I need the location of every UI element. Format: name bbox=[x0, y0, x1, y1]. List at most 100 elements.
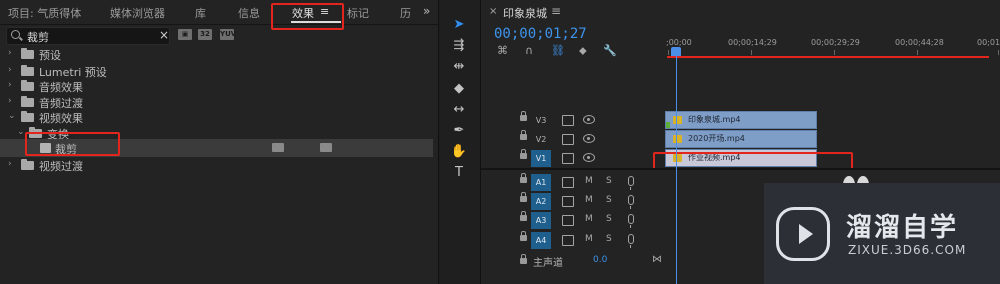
chevron-down-icon[interactable]: ⌄ bbox=[8, 111, 16, 121]
mute-button[interactable]: M bbox=[585, 195, 593, 205]
search-input[interactable]: 裁剪 × bbox=[6, 27, 170, 45]
lock-icon[interactable] bbox=[520, 192, 527, 202]
lock-icon[interactable] bbox=[520, 149, 527, 159]
lock-icon[interactable] bbox=[520, 211, 527, 221]
sync-lock-icon[interactable] bbox=[562, 215, 574, 226]
tab-project[interactable]: 项目: 气质得体 bbox=[8, 5, 81, 21]
tab-info[interactable]: 信息 bbox=[238, 5, 260, 21]
panel-overflow-icon[interactable]: » bbox=[423, 4, 430, 18]
clear-search-icon[interactable]: × bbox=[159, 28, 169, 42]
lock-icon[interactable] bbox=[520, 254, 527, 264]
track-name[interactable]: V2 bbox=[531, 131, 551, 148]
clip-name: 印象泉城.mp4 bbox=[688, 115, 741, 124]
track-header: V3 bbox=[481, 111, 663, 130]
panel-tab-bar: 项目: 气质得体 媒体浏览器 库 信息 效果 ≡ 标记 历 » bbox=[0, 0, 438, 25]
nest-icon[interactable]: ⌘ bbox=[497, 44, 508, 57]
razor-tool-icon[interactable]: ◆ bbox=[450, 80, 468, 98]
sync-lock-icon[interactable] bbox=[562, 134, 574, 145]
settings-wrench-icon[interactable]: 🔧 bbox=[603, 44, 617, 57]
ruler-label: 00;01; bbox=[977, 38, 1000, 47]
solo-button[interactable]: S bbox=[606, 214, 612, 224]
mute-button[interactable]: M bbox=[585, 176, 593, 186]
tab-history[interactable]: 历 bbox=[400, 5, 411, 21]
mic-icon[interactable] bbox=[628, 195, 634, 209]
accelerated-effects-icon[interactable]: ▣ bbox=[178, 29, 192, 40]
search-value: 裁剪 bbox=[27, 31, 49, 44]
lock-icon[interactable] bbox=[520, 111, 527, 121]
eye-icon[interactable] bbox=[583, 134, 595, 143]
sync-lock-icon[interactable] bbox=[562, 196, 574, 207]
tab-media-browser[interactable]: 媒体浏览器 bbox=[110, 5, 165, 21]
eye-icon[interactable] bbox=[583, 115, 595, 124]
mute-button[interactable]: M bbox=[585, 214, 593, 224]
lock-icon[interactable] bbox=[520, 173, 527, 183]
chevron-right-icon[interactable]: › bbox=[8, 65, 12, 75]
tab-markers[interactable]: 标记 bbox=[347, 5, 369, 21]
track-name[interactable]: V1 bbox=[531, 150, 551, 167]
track-header: V1 bbox=[481, 149, 663, 168]
playhead-timecode[interactable]: 00;00;01;27 bbox=[494, 26, 587, 42]
solo-button[interactable]: S bbox=[606, 234, 612, 244]
master-navigate-icon[interactable]: ⋈ bbox=[652, 254, 662, 265]
sync-lock-icon[interactable] bbox=[562, 115, 574, 126]
type-tool-icon[interactable]: T bbox=[450, 164, 468, 182]
tree-item-label: 预设 bbox=[39, 49, 61, 62]
mic-icon[interactable] bbox=[628, 234, 634, 248]
mute-button[interactable]: M bbox=[585, 234, 593, 244]
sync-lock-icon[interactable] bbox=[562, 177, 574, 188]
sequence-tab[interactable]: 印象泉城 bbox=[503, 5, 547, 21]
sync-lock-icon[interactable] bbox=[562, 235, 574, 246]
32bit-effects-icon[interactable]: 32 bbox=[198, 29, 212, 40]
tab-libraries[interactable]: 库 bbox=[195, 5, 206, 21]
ruler-tick bbox=[998, 50, 999, 55]
chevron-right-icon[interactable]: › bbox=[8, 80, 12, 90]
clip[interactable]: 印象泉城.mp4 bbox=[665, 111, 817, 129]
time-ruler[interactable]: ;00;00 00;00;14;29 00;00;29;29 00;00;44;… bbox=[666, 36, 1000, 58]
ruler-tick bbox=[668, 50, 669, 55]
track-name[interactable]: A4 bbox=[531, 232, 551, 249]
sync-lock-icon[interactable] bbox=[562, 153, 574, 164]
track-name[interactable]: A3 bbox=[531, 212, 551, 229]
solo-button[interactable]: S bbox=[606, 176, 612, 186]
chevron-right-icon[interactable]: › bbox=[8, 48, 12, 58]
sequence-menu-icon[interactable]: ≡ bbox=[551, 4, 561, 18]
mic-icon[interactable] bbox=[628, 214, 634, 228]
add-marker-icon[interactable]: ⬥ bbox=[579, 44, 587, 58]
eye-icon[interactable] bbox=[583, 153, 595, 162]
track-name[interactable]: A2 bbox=[531, 193, 551, 210]
lock-icon[interactable] bbox=[520, 231, 527, 241]
slip-tool-icon[interactable]: ↔ bbox=[450, 101, 468, 119]
watermark-subtitle: ZIXUE.3D66.COM bbox=[848, 243, 967, 257]
clip-link-indicator bbox=[666, 122, 670, 128]
yuv-effects-icon[interactable]: YUV bbox=[220, 29, 236, 40]
tree-item-presets[interactable]: › 预设 bbox=[0, 45, 433, 63]
folder-icon bbox=[21, 48, 34, 59]
highlight-effects-tab bbox=[271, 3, 344, 30]
play-icon bbox=[799, 224, 813, 244]
tree-item-video-transitions[interactable]: › 视频过渡 bbox=[0, 156, 433, 174]
track-name[interactable]: V3 bbox=[531, 112, 551, 129]
master-volume-value[interactable]: 0.0 bbox=[593, 255, 607, 265]
track-header: V2 bbox=[481, 130, 663, 149]
chevron-right-icon[interactable]: › bbox=[8, 96, 12, 106]
ripple-edit-tool-icon[interactable]: ⇹ bbox=[450, 58, 468, 76]
pen-tool-icon[interactable]: ✒ bbox=[450, 122, 468, 140]
lock-icon[interactable] bbox=[520, 130, 527, 140]
snap-icon[interactable]: ∩ bbox=[525, 44, 533, 57]
chevron-down-icon[interactable]: ⌄ bbox=[17, 127, 25, 137]
solo-button[interactable]: S bbox=[606, 195, 612, 205]
clip[interactable]: 2020开场.mp4 bbox=[665, 130, 817, 148]
hand-tool-icon[interactable]: ✋ bbox=[450, 143, 468, 161]
selection-tool-icon[interactable]: ➤ bbox=[450, 16, 468, 34]
ruler-tick bbox=[917, 50, 918, 55]
clip-name: 2020开场.mp4 bbox=[688, 134, 745, 143]
linked-selection-icon[interactable]: ⛓ bbox=[551, 44, 565, 57]
track-header: A3 M S bbox=[481, 211, 663, 230]
effects-panel: 项目: 气质得体 媒体浏览器 库 信息 效果 ≡ 标记 历 » 裁剪 × ▣ 3… bbox=[0, 0, 439, 284]
playhead-line bbox=[676, 52, 677, 284]
mic-icon[interactable] bbox=[628, 176, 634, 190]
chevron-right-icon[interactable]: › bbox=[8, 159, 12, 169]
track-name[interactable]: A1 bbox=[531, 174, 551, 191]
track-select-tool-icon[interactable]: ⇶ bbox=[450, 37, 468, 55]
close-icon[interactable]: × bbox=[489, 6, 497, 17]
